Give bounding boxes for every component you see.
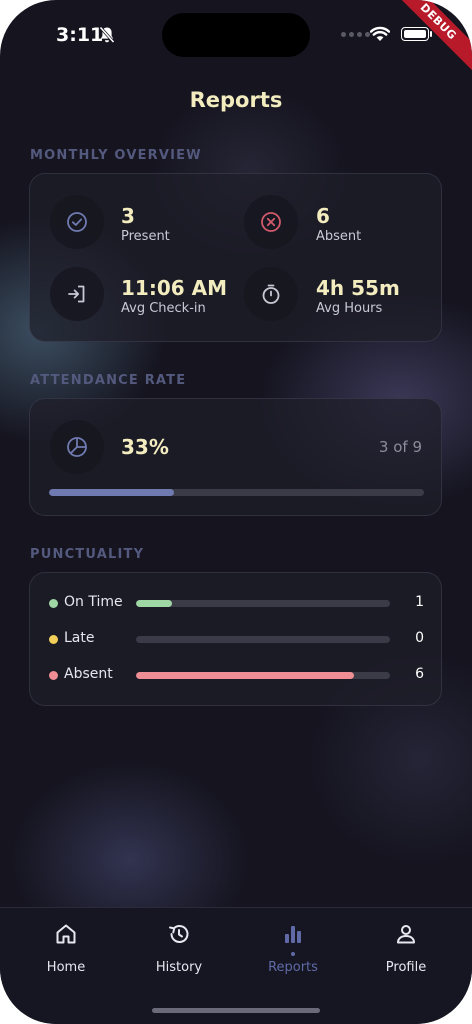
avg-hours-value: 4h 55m [316, 276, 400, 300]
nav-home[interactable]: Home [7, 920, 125, 980]
late-dot [49, 635, 58, 644]
status-bar: 3:11 DEBUG [0, 0, 472, 79]
on-time-label: On Time [64, 594, 123, 610]
absent-row-count: 6 [415, 666, 424, 682]
history-icon [169, 925, 189, 943]
absent-value: 6 [316, 204, 330, 228]
late-label: Late [64, 630, 95, 646]
punctuality-row-absent: Absent 6 [30, 664, 443, 688]
nav-profile-label: Profile [385, 960, 427, 975]
attendance-rate-value: 33% [121, 435, 169, 459]
absent-dot [49, 671, 58, 680]
on-time-track [136, 600, 390, 607]
nav-profile[interactable]: Profile [347, 920, 465, 980]
punctuality-row-on-time: On Time 1 [30, 592, 443, 616]
avg-checkin-value: 11:06 AM [121, 276, 228, 300]
punctuality-label: PUNCTUALITY [30, 547, 145, 562]
bell-off-icon [99, 26, 115, 44]
person-icon [397, 925, 415, 944]
absent-label: Absent [316, 229, 362, 244]
late-count: 0 [415, 630, 424, 646]
nav-history[interactable]: History [120, 920, 238, 980]
attendance-rate-card: 33% 3 of 9 [29, 398, 442, 516]
debug-banner-label: DEBUG [382, 0, 472, 79]
login-icon [68, 285, 85, 303]
nav-reports-label: Reports [268, 960, 318, 975]
present-icon-wrap [50, 195, 104, 249]
punctuality-row-late: Late 0 [30, 628, 443, 652]
nav-reports[interactable]: Reports [234, 920, 352, 980]
attendance-rate-count: 3 of 9 [378, 438, 422, 456]
avg-hours-label: Avg Hours [316, 301, 383, 316]
active-indicator-dot [291, 952, 295, 956]
rate-icon-wrap [50, 420, 104, 474]
hours-icon-wrap [244, 267, 298, 321]
dynamic-island [162, 13, 310, 57]
on-time-count: 1 [415, 594, 424, 610]
monthly-overview-card: 3 Present 6 Absent 11:06 AM Avg Check-in… [29, 173, 442, 342]
nav-history-label: History [155, 960, 203, 975]
checkin-icon-wrap [50, 267, 104, 321]
punctuality-card: On Time 1 Late 0 Absent 6 [29, 572, 442, 706]
absent-fill [136, 672, 354, 679]
present-value: 3 [121, 204, 135, 228]
absent-track [136, 672, 390, 679]
nav-home-label: Home [46, 960, 86, 975]
check-circle-icon [67, 212, 87, 232]
attendance-progress-track [49, 489, 424, 496]
phone-screen: 3:11 DEBUG Reports MONTHLY OVERVIEW 3 Pr… [0, 0, 472, 1024]
bottom-nav: Home History Reports Profile [0, 907, 472, 1024]
late-track [136, 636, 390, 643]
bar-chart-icon [285, 926, 301, 943]
home-indicator [152, 1008, 320, 1013]
timer-icon [262, 284, 280, 304]
avg-checkin-label: Avg Check-in [121, 301, 206, 316]
pie-chart-icon [67, 437, 87, 457]
home-icon [56, 924, 76, 944]
on-time-dot [49, 599, 58, 608]
page-title: Reports [189, 88, 283, 112]
attendance-progress-fill [49, 489, 174, 496]
status-time: 3:11 [56, 24, 104, 46]
absent-row-label: Absent [64, 666, 113, 682]
present-label: Present [121, 229, 170, 244]
x-circle-icon [261, 212, 281, 232]
on-time-fill [136, 600, 173, 607]
absent-icon-wrap [244, 195, 298, 249]
monthly-overview-label: MONTHLY OVERVIEW [30, 148, 202, 163]
attendance-rate-label: ATTENDANCE RATE [30, 373, 187, 388]
debug-banner: DEBUG [382, 0, 472, 90]
signal-icon [341, 32, 370, 37]
